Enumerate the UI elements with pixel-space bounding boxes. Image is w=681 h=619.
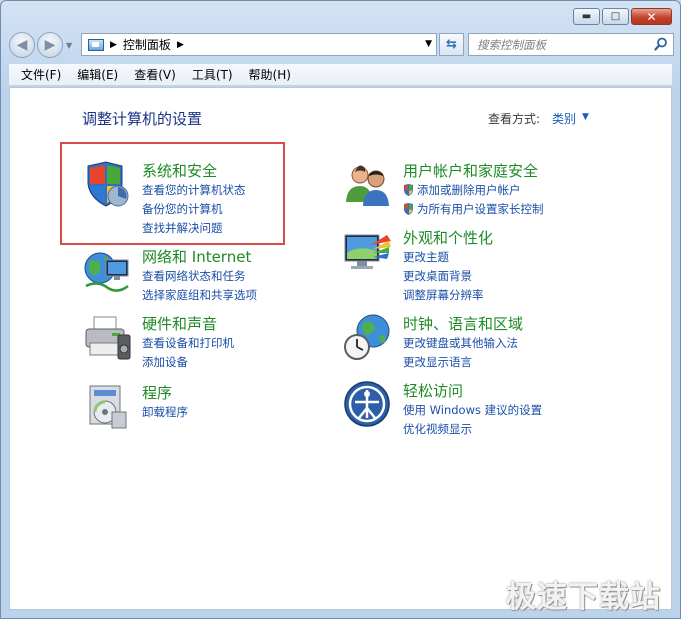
menu-view[interactable]: 查看(V) — [126, 64, 184, 85]
breadcrumb-separator-icon[interactable]: ▶ — [110, 40, 117, 50]
appearance-icon — [344, 234, 391, 269]
category-user-accounts: 用户帐户和家庭安全 添加或删除用户帐户 为所有用户设置家长控制 — [343, 160, 603, 217]
programs-icon — [89, 385, 127, 429]
link-parental-controls-label[interactable]: 为所有用户设置家长控制 — [417, 202, 544, 216]
category-programs: 程序 卸载程序 — [82, 382, 282, 429]
watermark-text: 极速下载站 — [506, 580, 661, 615]
ease-of-access-icon — [344, 381, 390, 427]
menu-help[interactable]: 帮助(H) — [241, 64, 299, 85]
content-area: 调整计算机的设置 查看方式: 类别 ▼ 系统和安全 查看您的计算机状态 备份您的… — [9, 87, 672, 615]
menu-edit[interactable]: 编辑(E) — [69, 64, 126, 85]
link-optimize-visual-display[interactable]: 优化视频显示 — [403, 421, 472, 437]
page-title: 调整计算机的设置 — [82, 110, 203, 128]
category-network-internet: 网络和 Internet 查看网络状态和任务 选择家庭组和共享选项 — [82, 246, 282, 303]
menu-bar: 文件(F) 编辑(E) 查看(V) 工具(T) 帮助(H) — [9, 64, 672, 86]
category-title-programs[interactable]: 程序 — [142, 382, 172, 403]
search-box[interactable] — [468, 33, 674, 56]
link-change-theme[interactable]: 更改主题 — [403, 249, 449, 265]
link-view-computer-status[interactable]: 查看您的计算机状态 — [142, 182, 246, 198]
close-icon: ✕ — [646, 9, 657, 24]
search-input[interactable] — [475, 36, 651, 53]
breadcrumb-chevron-icon[interactable]: ▶ — [177, 40, 184, 50]
window-caption-buttons: ▬ □ ✕ — [573, 8, 672, 25]
close-button[interactable]: ✕ — [631, 8, 672, 25]
refresh-button[interactable]: ⇆ — [439, 33, 464, 56]
printer-icon — [85, 316, 131, 360]
link-adjust-resolution[interactable]: 调整屏幕分辨率 — [403, 287, 484, 303]
link-change-desktop-background[interactable]: 更改桌面背景 — [403, 268, 472, 284]
link-add-device[interactable]: 添加设备 — [142, 354, 188, 370]
address-dropdown-icon[interactable]: ▼ — [425, 39, 432, 49]
menu-file[interactable]: 文件(F) — [13, 64, 69, 85]
view-by-selector[interactable]: 类别 — [552, 110, 576, 127]
view-by-label: 查看方式: — [488, 112, 541, 126]
link-view-devices-printers[interactable]: 查看设备和打印机 — [142, 335, 234, 351]
link-change-display-language[interactable]: 更改显示语言 — [403, 354, 472, 370]
category-title-clock-language-region[interactable]: 时钟、语言和区域 — [403, 313, 523, 334]
link-change-keyboard[interactable]: 更改键盘或其他输入法 — [403, 335, 518, 351]
uac-shield-icon — [404, 203, 413, 215]
category-title-system-security[interactable]: 系统和安全 — [142, 160, 217, 181]
maximize-icon: □ — [610, 10, 621, 22]
link-backup-computer[interactable]: 备份您的计算机 — [142, 201, 223, 217]
control-panel-icon — [88, 38, 104, 51]
recent-pages-dropdown[interactable]: ▼ — [66, 41, 72, 50]
address-bar[interactable]: ▶ 控制面板 ▶ ▼ — [81, 33, 437, 56]
category-title-network-internet[interactable]: 网络和 Internet — [142, 246, 251, 267]
view-by-dropdown-icon[interactable]: ▼ — [582, 112, 589, 122]
navigation-bar: ◀ ▶ ▼ ▶ 控制面板 ▶ ▼ ⇆ — [9, 31, 674, 59]
minimize-icon: ▬ — [581, 10, 592, 22]
maximize-button[interactable]: □ — [602, 8, 629, 25]
category-title-user-accounts[interactable]: 用户帐户和家庭安全 — [403, 160, 538, 181]
link-view-network-status[interactable]: 查看网络状态和任务 — [142, 268, 246, 284]
category-clock-language-region: 时钟、语言和区域 更改键盘或其他输入法 更改显示语言 — [343, 313, 603, 370]
control-panel-window: ▬ □ ✕ ◀ ▶ ▼ ▶ 控制面板 ▶ ▼ ⇆ 文件(F) 编辑(E) 查看(… — [0, 0, 681, 619]
arrow-right-icon: ▶ — [44, 37, 56, 53]
category-title-hardware-sound[interactable]: 硬件和声音 — [142, 313, 217, 334]
minimize-button[interactable]: ▬ — [573, 8, 600, 25]
breadcrumb-control-panel[interactable]: 控制面板 — [123, 36, 171, 53]
link-troubleshoot[interactable]: 查找并解决问题 — [142, 220, 223, 236]
forward-button[interactable]: ▶ — [37, 32, 63, 58]
category-ease-of-access: 轻松访问 使用 Windows 建议的设置 优化视频显示 — [343, 380, 603, 437]
uac-shield-icon — [404, 184, 413, 196]
link-parental-controls: 为所有用户设置家长控制 — [403, 201, 544, 217]
refresh-icon: ⇆ — [446, 37, 457, 52]
globe-network-icon — [84, 252, 129, 292]
clock-globe-icon — [344, 314, 390, 360]
link-homegroup-sharing[interactable]: 选择家庭组和共享选项 — [142, 287, 257, 303]
arrow-left-icon: ◀ — [16, 37, 28, 53]
back-button[interactable]: ◀ — [9, 32, 35, 58]
users-icon — [346, 165, 389, 206]
link-uninstall-program[interactable]: 卸载程序 — [142, 404, 188, 420]
category-appearance: 外观和个性化 更改主题 更改桌面背景 调整屏幕分辨率 — [343, 227, 603, 302]
link-add-remove-users-label[interactable]: 添加或删除用户帐户 — [417, 183, 521, 197]
link-use-windows-settings[interactable]: 使用 Windows 建议的设置 — [403, 402, 542, 418]
shield-icon — [87, 161, 129, 207]
category-title-appearance[interactable]: 外观和个性化 — [403, 227, 493, 248]
category-hardware-sound: 硬件和声音 查看设备和打印机 添加设备 — [82, 313, 282, 370]
link-add-remove-users: 添加或删除用户帐户 — [403, 182, 521, 198]
category-title-ease-of-access[interactable]: 轻松访问 — [403, 380, 463, 401]
menu-tools[interactable]: 工具(T) — [184, 64, 241, 85]
search-icon[interactable] — [654, 37, 668, 51]
category-system-security: 系统和安全 查看您的计算机状态 备份您的计算机 查找并解决问题 — [82, 160, 282, 235]
